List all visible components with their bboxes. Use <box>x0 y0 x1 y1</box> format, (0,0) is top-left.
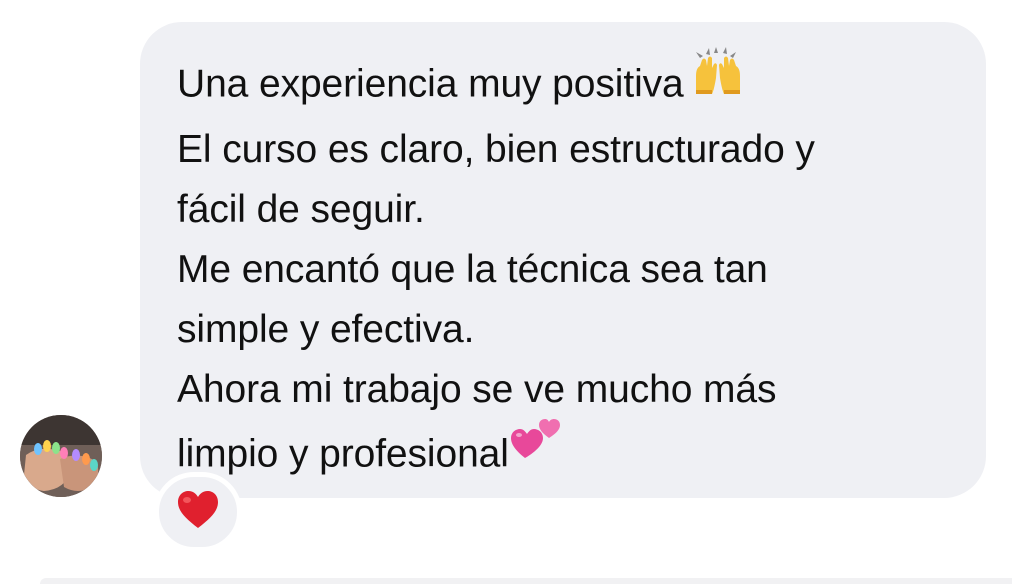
message-text: fácil de seguir. <box>177 188 425 231</box>
message-line: Me encantó que la técnica sea tan <box>177 240 946 300</box>
message-text: simple y efectiva. <box>177 308 475 351</box>
red-heart-icon <box>177 490 219 535</box>
heart-reaction[interactable] <box>154 472 242 552</box>
two-hearts-icon <box>510 408 565 480</box>
message-text: limpio y profesional <box>177 432 509 476</box>
message-text: Una experiencia muy positiva <box>177 62 684 106</box>
message-text: El curso es claro, bien estructurado y <box>177 128 815 171</box>
message-line: simple y efectiva. <box>177 300 946 360</box>
sender-avatar[interactable] <box>20 415 102 497</box>
message-line: fácil de seguir. <box>177 180 946 240</box>
message-line: limpio y profesional <box>177 419 946 492</box>
raising-hands-icon <box>690 46 746 114</box>
avatar-image <box>20 415 102 497</box>
composer-divider <box>40 578 1012 584</box>
message-line: El curso es claro, bien estructurado y <box>177 120 946 180</box>
message-line: Una experiencia muy positiva <box>177 47 946 120</box>
message-text: Ahora mi trabajo se ve mucho más <box>177 368 777 411</box>
message-text: Me encantó que la técnica sea tan <box>177 248 768 291</box>
message-bubble[interactable]: Una experiencia muy positiva El curso es… <box>140 22 986 498</box>
